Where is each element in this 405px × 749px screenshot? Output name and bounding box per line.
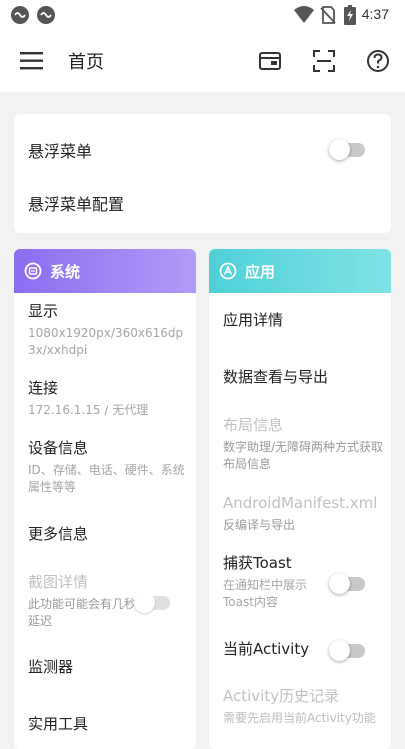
item-subtitle: ID、存储、电话、硬件、系统属性等等: [28, 463, 185, 494]
item-title: 更多信息: [28, 525, 89, 543]
current-activity-toggle[interactable]: [329, 640, 365, 661]
data-export-item[interactable]: 数据查看与导出: [223, 367, 388, 388]
item-subtitle: 数字助理/无障碍两种方式获取布局信息: [223, 440, 384, 471]
notification-app-icon-2: [37, 6, 55, 24]
item-subtitle: 反编译与导出: [223, 518, 296, 532]
wallet-icon[interactable]: [257, 48, 283, 74]
battery-icon: [344, 5, 356, 25]
screenshot-detail-item: 截图详情 此功能可能会有几秒延迟: [28, 572, 143, 630]
system-header-label: 系统: [50, 263, 81, 281]
item-title: 监测器: [28, 658, 74, 676]
manifest-item: AndroidManifest.xml 反编译与导出: [223, 493, 388, 534]
item-title: 当前Activity: [223, 640, 310, 658]
apps-header-label: 应用: [245, 263, 276, 281]
floating-menu-label: 悬浮菜单: [28, 142, 93, 161]
display-item[interactable]: 显示 1080x1920px/360x616dp 3x/xxhdpi: [28, 301, 193, 359]
capture-toast-toggle[interactable]: [329, 573, 365, 594]
page-title: 首页: [68, 52, 104, 73]
app-details-item[interactable]: 应用详情: [223, 310, 388, 331]
screenshot-detail-toggle[interactable]: [134, 592, 170, 613]
item-subtitle: 在通知栏中展示Toast内容: [223, 578, 308, 609]
item-subtitle: 需要先启用当前Activity功能: [223, 711, 376, 725]
floating-menu-config-button[interactable]: 悬浮菜单配置: [28, 191, 124, 215]
notification-app-icon: [11, 6, 29, 24]
monitor-item[interactable]: 监测器: [28, 657, 193, 678]
device-info-item[interactable]: 设备信息 ID、存储、电话、硬件、系统属性等等: [28, 438, 193, 496]
clock: 4:37: [361, 6, 389, 22]
item-title: 显示: [28, 302, 59, 320]
item-subtitle: 172.16.1.15 / 无代理: [28, 403, 149, 417]
item-title: 布局信息: [223, 416, 284, 434]
system-card: 系统 显示 1080x1920px/360x616dp 3x/xxhdpi 连接…: [14, 249, 196, 749]
current-activity-item: 当前Activity: [223, 639, 333, 660]
item-title: 连接: [28, 379, 59, 397]
more-info-item[interactable]: 更多信息: [28, 524, 193, 545]
item-title: Activity历史记录: [223, 687, 340, 705]
menu-icon[interactable]: [20, 50, 44, 72]
system-header: 系统: [14, 249, 196, 293]
item-title: 实用工具: [28, 715, 89, 733]
floating-menu-card: 悬浮菜单 悬浮菜单配置: [14, 114, 391, 233]
scan-icon[interactable]: [311, 48, 337, 74]
capture-toast-item: 捕获Toast 在通知栏中展示Toast内容: [223, 553, 333, 611]
apps-card: 应用 应用详情 数据查看与导出 布局信息 数字助理/无障碍两种方式获取布局信息 …: [209, 249, 391, 749]
item-subtitle: 1080x1920px/360x616dp 3x/xxhdpi: [28, 326, 184, 357]
layout-info-item: 布局信息 数字助理/无障碍两种方式获取布局信息: [223, 415, 388, 473]
apps-header: 应用: [209, 249, 391, 293]
utilities-item[interactable]: 实用工具: [28, 714, 193, 735]
status-bar: 4:37: [0, 0, 405, 30]
activity-history-item: Activity历史记录 需要先启用当前Activity功能: [223, 686, 388, 727]
system-icon: [24, 262, 42, 280]
floating-menu-toggle[interactable]: [329, 139, 365, 160]
item-title: 数据查看与导出: [223, 368, 329, 386]
wifi-icon: [294, 6, 314, 23]
item-title: 捕获Toast: [223, 554, 292, 572]
connection-item[interactable]: 连接 172.16.1.15 / 无代理: [28, 378, 193, 419]
item-subtitle: 此功能可能会有几秒延迟: [28, 597, 137, 628]
item-title: 截图详情: [28, 573, 89, 591]
no-sim-icon: [320, 6, 336, 24]
app-bar: 首页: [0, 30, 405, 92]
apps-icon: [219, 262, 237, 280]
item-title: AndroidManifest.xml: [223, 494, 378, 512]
item-title: 设备信息: [28, 439, 89, 457]
help-icon[interactable]: [365, 48, 391, 74]
item-title: 应用详情: [223, 311, 284, 329]
